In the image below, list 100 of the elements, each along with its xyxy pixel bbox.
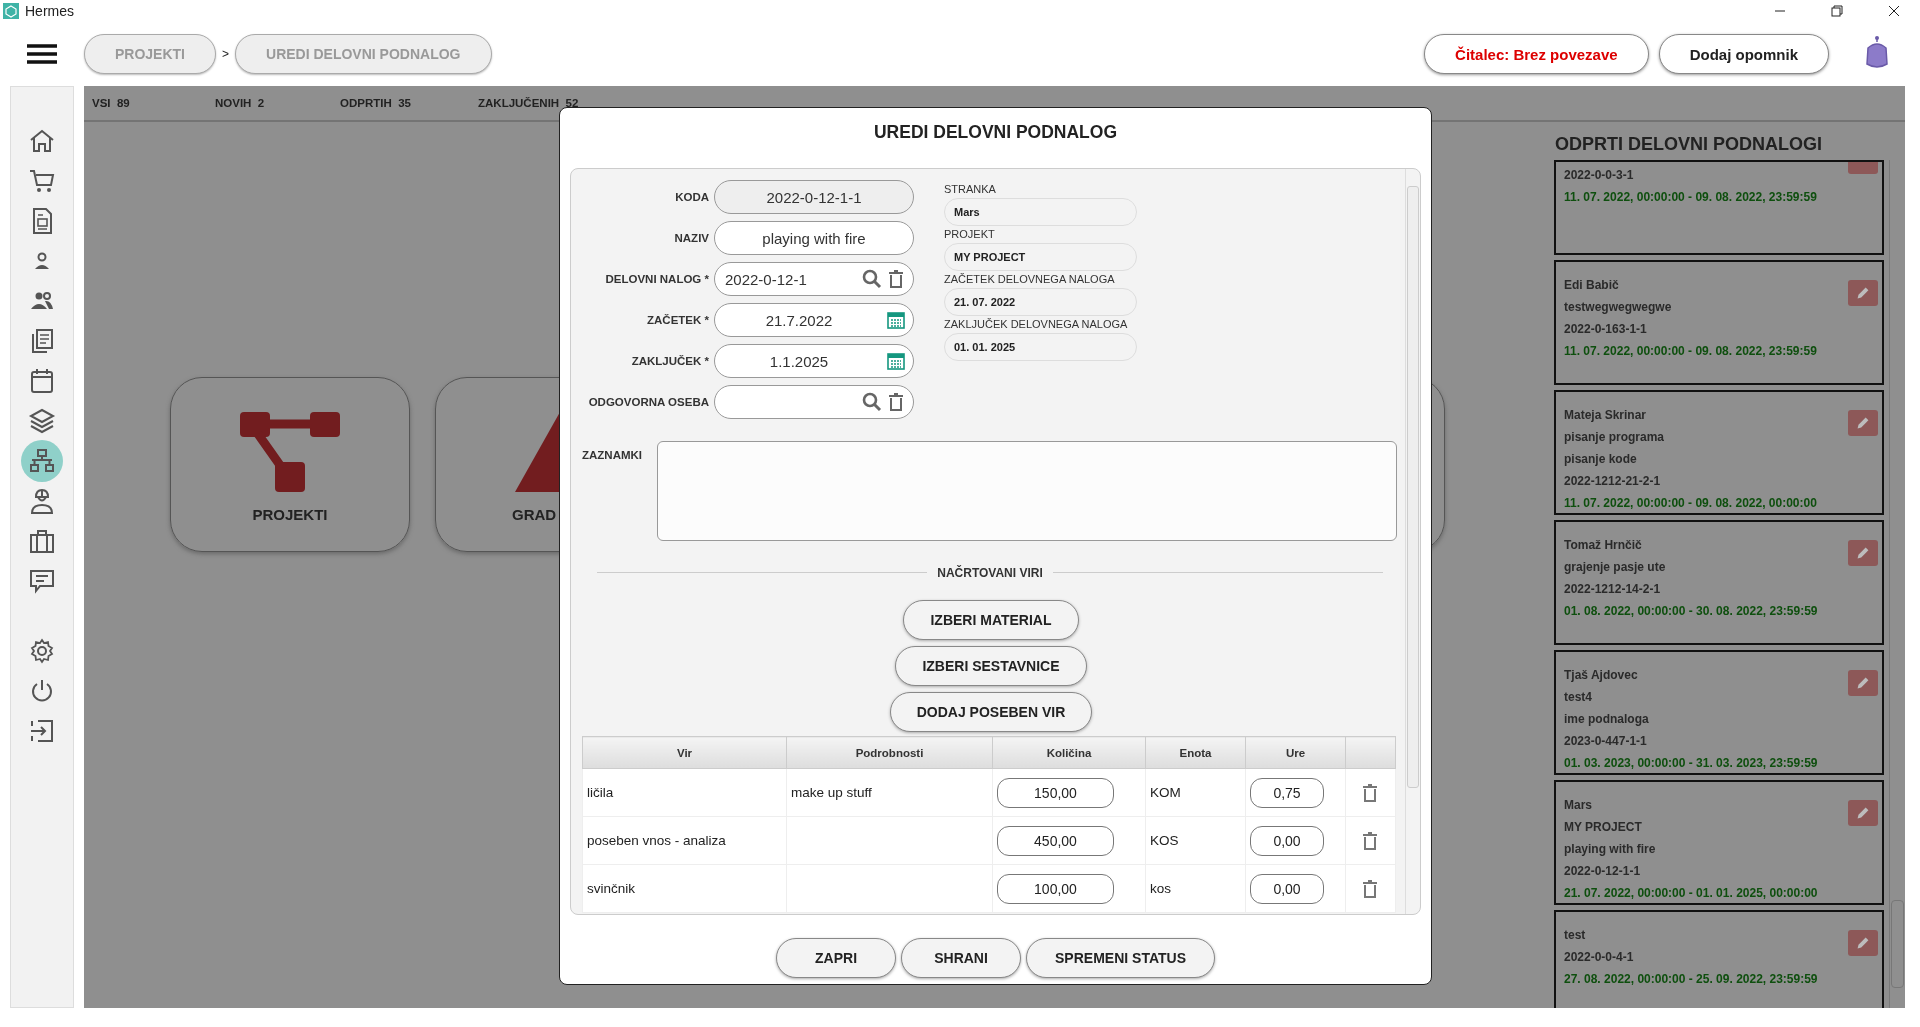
reader-status-button[interactable]: Čitalec: Brez povezave <box>1424 34 1649 74</box>
table-cell: poseben vnos - analiza <box>582 816 787 865</box>
status-tab[interactable]: VSI 89 <box>92 97 215 109</box>
edit-button[interactable] <box>1848 410 1878 436</box>
date-field[interactable]: 21.7.2022 <box>714 303 914 337</box>
card-text: MY PROJECT <box>1564 819 1643 836</box>
quantity-field[interactable]: 450,00 <box>997 825 1114 856</box>
calendar-icon[interactable] <box>886 310 906 330</box>
table-cell: make up stuff <box>786 768 993 817</box>
dialog-button[interactable]: ZAPRI <box>776 938 897 978</box>
status-tab[interactable]: NOVIH 2 <box>215 97 340 109</box>
card-text: Edi Babič <box>1564 277 1620 294</box>
card-text: 2022-0-12-1-1 <box>1564 863 1642 880</box>
card-date: 11. 07. 2022, 00:00:00 - 09. 08. 2022, 00:00:00 <box>1564 495 1818 512</box>
notes-field[interactable] <box>657 441 1397 541</box>
edit-button[interactable] <box>1848 930 1878 956</box>
table-cell: KOM <box>1145 768 1246 817</box>
card-date: 11. 07. 2022, 00:00:00 - 09. 08. 2022, 23:59:59 <box>1564 189 1818 206</box>
card-text: ime podnaloga <box>1564 711 1650 728</box>
card-date: 01. 03. 2023, 00:00:00 - 31. 03. 2023, 23:59:59 <box>1564 755 1819 772</box>
close-icon[interactable] <box>1888 5 1900 17</box>
tile-label: GRAD <box>512 506 557 523</box>
info-label: STRANKA <box>944 182 997 197</box>
card-text: Mateja Skrinar <box>1564 407 1648 424</box>
card-text: test4 <box>1564 689 1593 706</box>
edit-button[interactable] <box>1848 280 1878 306</box>
hours-field[interactable]: 0,75 <box>1250 777 1324 808</box>
trash-icon[interactable] <box>1360 781 1380 804</box>
quantity-field[interactable]: 150,00 <box>997 777 1114 808</box>
column-header[interactable]: Podrobnosti <box>786 736 993 769</box>
info-label: PROJEKT <box>944 227 996 242</box>
lookup-field[interactable] <box>714 385 914 419</box>
lookup-field[interactable]: 2022-0-12-1 <box>714 262 914 296</box>
hierarchy-icon[interactable] <box>21 440 63 482</box>
resource-button[interactable]: DODAJ POSEBEN VIR <box>889 692 1093 732</box>
resource-button[interactable]: IZBERI MATERIAL <box>903 600 1079 640</box>
status-tab[interactable]: ODPRTIH 35 <box>340 97 478 109</box>
trash-icon[interactable] <box>886 269 906 289</box>
date-field[interactable]: 1.1.2025 <box>714 344 914 378</box>
hours-field[interactable]: 0,00 <box>1250 825 1324 856</box>
card-text: 2022-1212-21-2-1 <box>1564 473 1662 490</box>
module-tile[interactable]: PROJEKTI <box>170 377 410 552</box>
breadcrumb-separator: > <box>222 47 230 61</box>
card-text: 2022-0-0-4-1 <box>1564 949 1635 966</box>
card-text: Tjaš Ajdovec <box>1564 667 1639 684</box>
card-text: Tomaž Hrnčič <box>1564 537 1643 554</box>
trash-icon[interactable] <box>886 392 906 412</box>
trash-icon[interactable] <box>1360 829 1380 852</box>
column-header[interactable]: Enota <box>1145 736 1246 769</box>
menu-icon[interactable] <box>27 43 57 65</box>
work-order-card[interactable]: Mars MY PROJECT playing with fire 2022-0-12-1-1 21. 07. 2022, 00:00:00 - 01. 01. 2025, 00:00:00 <box>1554 780 1884 905</box>
card-text: grajenje pasje ute <box>1564 559 1667 576</box>
scrollbar[interactable] <box>1889 160 1904 1008</box>
edit-button[interactable] <box>1848 540 1878 566</box>
work-order-card[interactable]: Tomaž Hrnčič grajenje pasje ute 2022-1212-14-2-1 01. 08. 2022, 00:00:00 - 30. 08. 2022, 23:59:59 <box>1554 520 1884 645</box>
work-order-card[interactable]: test 2022-0-0-4-1 27. 08. 2022, 00:00:00 - 25. 09. 2022, 23:59:59 <box>1554 910 1884 1008</box>
dialog-title: UREDI DELOVNI PODNALOG <box>872 121 1119 144</box>
trash-icon[interactable] <box>1360 877 1380 900</box>
info-label: ZAKLJUČEK DELOVNEGA NALOGA <box>944 317 1129 332</box>
search-icon[interactable] <box>862 269 882 289</box>
table-cell: svinčnik <box>582 864 787 913</box>
reminder-button[interactable]: Dodaj opomnik <box>1658 34 1829 74</box>
card-text: testwegwegwegwe <box>1564 299 1673 316</box>
card-text: Mars <box>1564 797 1593 814</box>
work-order-card[interactable]: 2022-0-0-3-1 11. 07. 2022, 00:00:00 - 09. 08. 2022, 23:59:59 <box>1554 160 1884 255</box>
restore-icon[interactable] <box>1831 5 1843 17</box>
dialog-button[interactable]: SHRANI <box>901 938 1022 978</box>
window-title: Hermes <box>25 3 74 19</box>
work-order-card[interactable]: Tjaš Ajdovec test4 ime podnaloga 2023-0-447-1-1 01. 03. 2023, 00:00:00 - 31. 03. 2023, 23:59:59 <box>1554 650 1884 775</box>
card-text: test <box>1564 927 1587 944</box>
column-header[interactable]: Ure <box>1245 736 1346 769</box>
input-field[interactable]: 2022-0-12-1-1 <box>714 180 914 214</box>
tile-label: PROJEKTI <box>252 506 328 523</box>
hours-field[interactable]: 0,00 <box>1250 873 1324 904</box>
field-label: DELOVNI NALOG * <box>604 273 709 285</box>
card-text: 2022-1212-14-2-1 <box>1564 581 1662 598</box>
field-label: NAZIV <box>673 232 709 244</box>
search-icon[interactable] <box>862 392 882 412</box>
card-date: 21. 07. 2022, 00:00:00 - 01. 01. 2025, 00:00:00 <box>1564 885 1819 902</box>
table-cell: kos <box>1145 864 1246 913</box>
status-tab[interactable]: ZAKLJUČENIH 52 <box>478 97 601 109</box>
field-label: ZAKLJUČEK * <box>630 355 709 367</box>
card-text: playing with fire <box>1564 841 1657 858</box>
column-header[interactable]: Količina <box>992 736 1146 769</box>
column-header <box>1345 736 1396 769</box>
work-order-card[interactable]: Edi Babič testwegwegwegwe 2022-0-163-1-1 11. 07. 2022, 00:00:00 - 09. 08. 2022, 23:59:59 <box>1554 260 1884 385</box>
resource-button[interactable]: IZBERI SESTAVNICE <box>895 646 1087 686</box>
edit-button[interactable] <box>1848 670 1878 696</box>
table-cell: KOS <box>1145 816 1246 865</box>
quantity-field[interactable]: 100,00 <box>997 873 1114 904</box>
input-field[interactable]: playing with fire <box>714 221 914 255</box>
dialog-button[interactable]: SPREMENI STATUS <box>1026 938 1215 978</box>
card-date: 27. 08. 2022, 00:00:00 - 25. 09. 2022, 23:59:59 <box>1564 971 1819 988</box>
panel-title: ODPRTI DELOVNI PODNALOGI <box>1554 133 1823 156</box>
column-header[interactable]: Vir <box>582 736 787 769</box>
work-order-card[interactable]: Mateja Skrinar pisanje programa pisanje kode 2022-1212-21-2-1 11. 07. 2022, 00:00:00 - 09. 08. 2022, 00:00:00 <box>1554 390 1884 515</box>
table-cell: ličila <box>582 768 787 817</box>
edit-button[interactable] <box>1848 800 1878 826</box>
calendar-icon[interactable] <box>886 351 906 371</box>
card-date: 01. 08. 2022, 00:00:00 - 30. 08. 2022, 23:59:59 <box>1564 603 1819 620</box>
